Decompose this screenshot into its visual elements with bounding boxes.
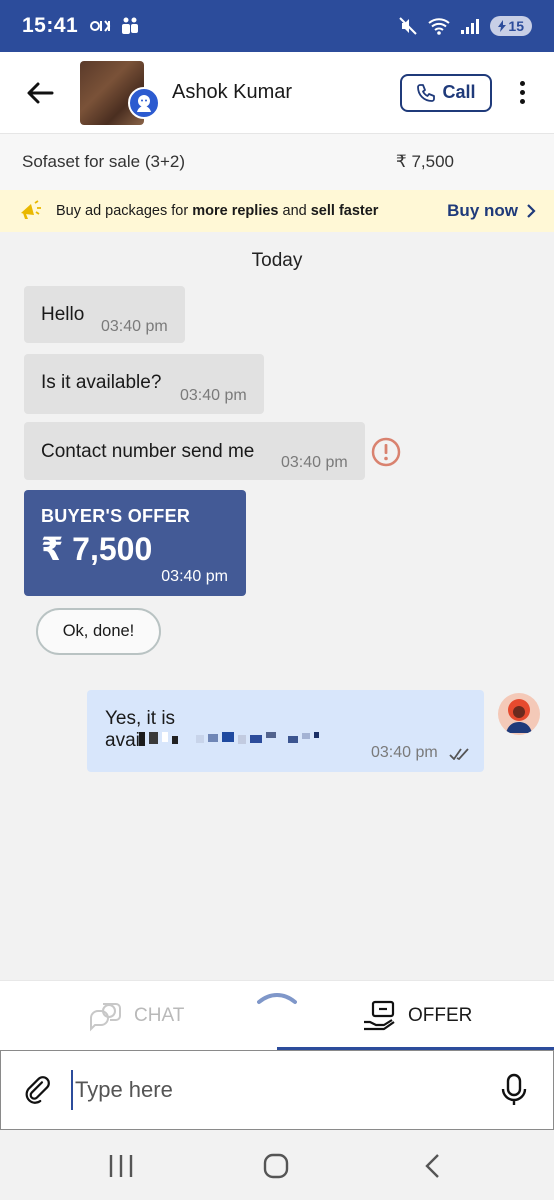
message-input[interactable] xyxy=(71,1070,471,1110)
chat-offer-tabs: CHAT OFFER xyxy=(0,980,554,1051)
listing-price: ₹ 7,500 xyxy=(395,152,454,171)
message-text: Hello xyxy=(41,304,85,325)
tab-offer-label: OFFER xyxy=(408,1005,473,1026)
tab-chat-label: CHAT xyxy=(134,1005,185,1026)
teams-icon xyxy=(122,17,139,34)
more-options-button[interactable] xyxy=(502,73,542,113)
product-thumbnail[interactable] xyxy=(80,60,160,125)
tab-offer[interactable]: OFFER xyxy=(362,981,472,1051)
buyer-offer-card[interactable]: BUYER'S OFFER ₹ 7,500 03:40 pm xyxy=(24,490,246,596)
info-icon[interactable] xyxy=(370,436,402,468)
status-notification-icons xyxy=(90,17,140,35)
message-composer xyxy=(0,1050,554,1130)
status-bar: 15:41 15 xyxy=(0,0,554,52)
offer-hand-icon xyxy=(364,1000,395,1031)
call-button[interactable]: Call xyxy=(400,73,492,112)
offer-label: BUYER'S OFFER xyxy=(41,506,191,526)
buy-now-link[interactable]: Buy now xyxy=(447,201,536,221)
message-text: Is it available? xyxy=(41,372,162,393)
paperclip-icon[interactable] xyxy=(19,1073,53,1107)
promo-banner: Buy ad packages for more replies and sel… xyxy=(0,190,554,232)
system-navigation-bar xyxy=(0,1130,554,1200)
outgoing-message[interactable]: Yes, it is avai 03:40 pm xyxy=(87,690,484,772)
buy-now-label: Buy now xyxy=(447,201,518,220)
status-time: 15:41 xyxy=(22,14,79,37)
call-label: Call xyxy=(442,82,476,102)
user-avatar-icon xyxy=(506,699,532,733)
back-nav-icon[interactable] xyxy=(418,1152,448,1180)
wifi-icon xyxy=(428,18,451,35)
offer-amount: ₹ 7,500 xyxy=(41,531,153,567)
double-check-icon xyxy=(449,748,469,760)
message-text: Contact number send me xyxy=(41,441,255,462)
avatar-face-icon xyxy=(137,94,151,112)
contact-name[interactable]: Ashok Kumar xyxy=(172,81,292,104)
recent-apps-icon[interactable] xyxy=(106,1152,136,1180)
offer-time: 03:40 pm xyxy=(161,568,228,585)
incoming-message[interactable]: Contact number send me 03:40 pm xyxy=(24,422,365,480)
chevron-right-icon xyxy=(527,204,536,218)
megaphone-icon xyxy=(21,200,41,219)
chat-header: Ashok Kumar Call xyxy=(0,52,554,134)
listing-title: Sofaset for sale (3+2) xyxy=(22,152,186,171)
arrow-left-icon xyxy=(27,82,54,103)
chevron-up-icon[interactable] xyxy=(257,991,297,1005)
listing-summary[interactable]: Sofaset for sale (3+2) ₹ 7,500 xyxy=(0,134,554,190)
message-time: 03:40 pm xyxy=(101,318,168,335)
message-time: 03:40 pm xyxy=(371,744,438,761)
phone-icon xyxy=(417,83,436,102)
mute-icon xyxy=(399,17,418,35)
my-avatar xyxy=(498,693,540,735)
incoming-message[interactable]: Is it available? 03:40 pm xyxy=(24,354,264,414)
chat-bubble-icon xyxy=(90,1003,121,1032)
home-icon[interactable] xyxy=(262,1152,292,1180)
status-right: 15 xyxy=(398,16,532,36)
battery-indicator: 15 xyxy=(490,16,532,36)
incoming-message[interactable]: Hello 03:40 pm xyxy=(24,286,185,343)
battery-level: 15 xyxy=(508,18,524,34)
message-time: 03:40 pm xyxy=(281,454,348,471)
tab-chat[interactable]: CHAT xyxy=(88,981,184,1051)
seller-avatar xyxy=(128,86,160,119)
redacted-text xyxy=(139,732,319,746)
signal-icon xyxy=(461,19,480,34)
message-time: 03:40 pm xyxy=(180,387,247,404)
promo-text: Buy ad packages for more replies and sel… xyxy=(56,203,379,219)
quick-reply-button[interactable]: Ok, done! xyxy=(36,608,161,655)
back-button[interactable] xyxy=(20,73,60,113)
day-separator: Today xyxy=(251,250,303,271)
microphone-icon[interactable] xyxy=(499,1073,529,1107)
charging-icon xyxy=(498,20,507,32)
olx-icon xyxy=(90,20,111,32)
